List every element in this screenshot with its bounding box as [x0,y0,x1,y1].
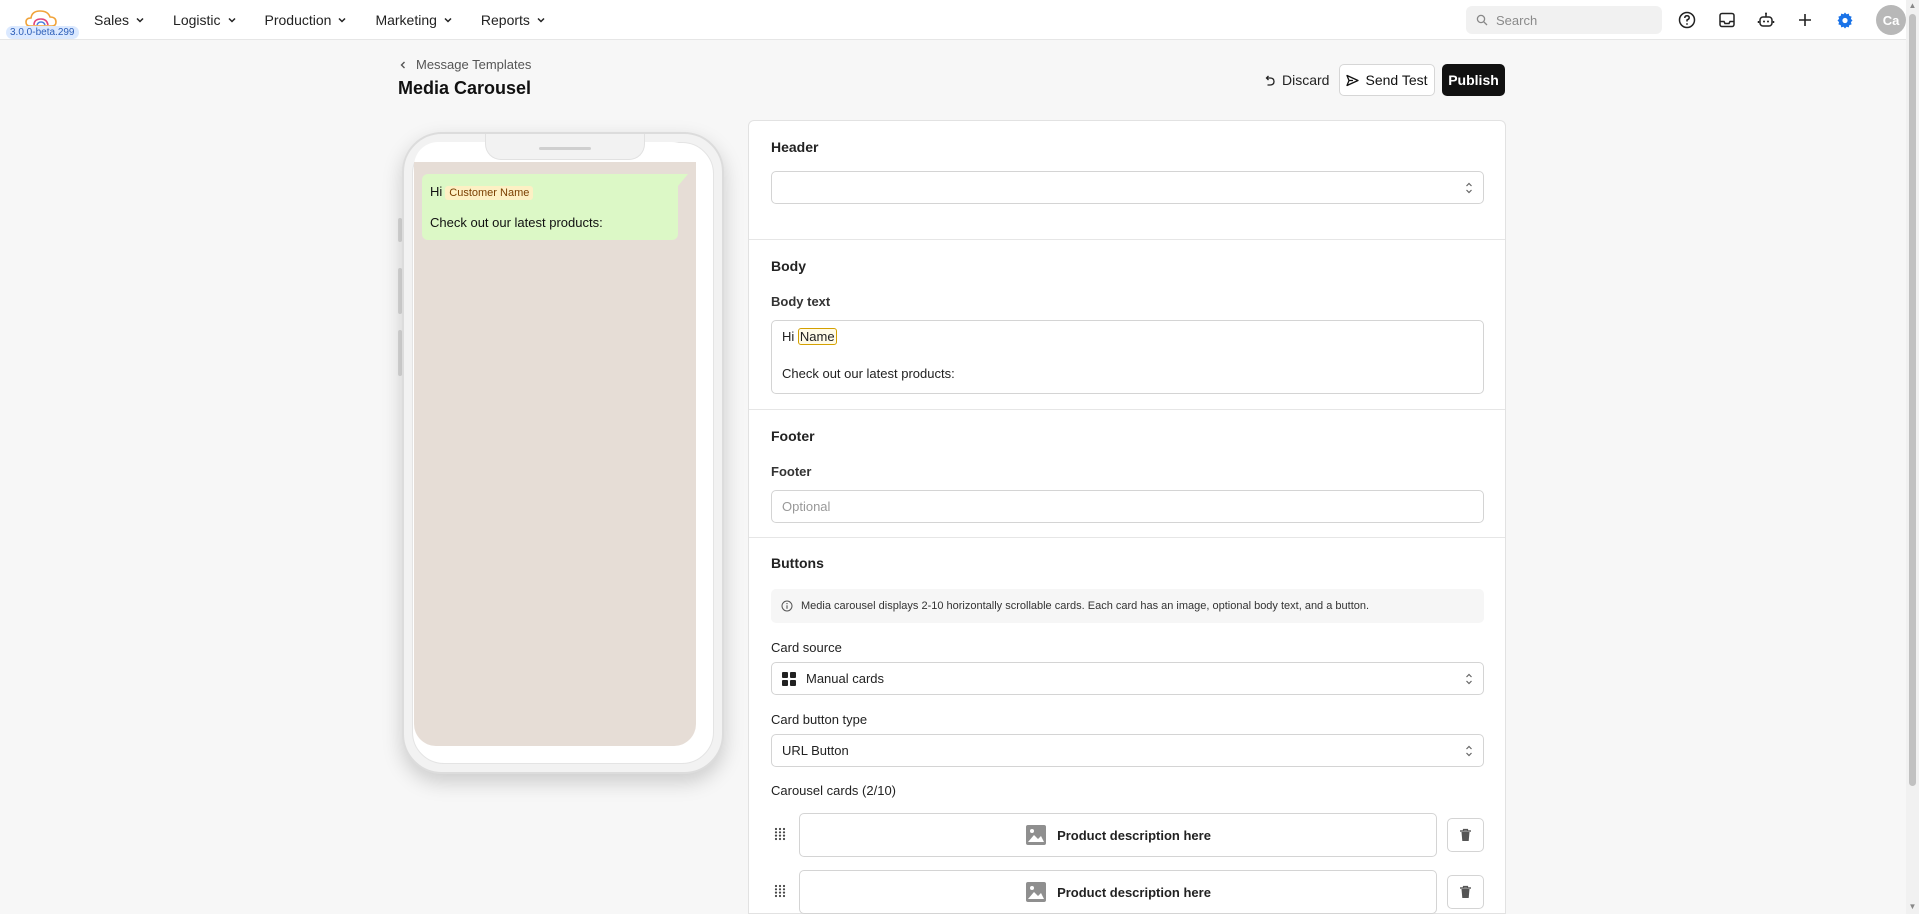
user-avatar[interactable]: Ca [1876,5,1906,35]
nav-production-label: Production [264,12,332,28]
nav-sales[interactable]: Sales [94,12,145,28]
body-text-line-2: Check out our latest products: [782,366,955,381]
carousel-card-description: Product description here [1057,827,1211,843]
bot-icon[interactable] [1755,9,1777,31]
page-scrollbar[interactable]: ▲ ▼ [1906,0,1919,914]
search-placeholder: Search [1496,12,1538,28]
section-divider [749,239,1505,240]
grid-icon [782,671,796,686]
card-button-type-select[interactable]: URL Button [771,734,1484,767]
section-title-body: Body [771,258,806,274]
carousel-card[interactable]: Product description here [799,870,1437,914]
template-form: Header Body Body text Hi Name Check out … [748,120,1506,914]
bubble-variable-chip: Customer Name [445,186,534,200]
scroll-thumb[interactable] [1909,14,1916,786]
body-variable-chip[interactable]: Name [797,328,837,345]
inbox-icon[interactable] [1716,9,1738,31]
breadcrumb[interactable]: Message Templates [398,57,531,72]
nav-logistic[interactable]: Logistic [173,12,236,28]
drag-handle-icon[interactable] [773,827,787,841]
carousel-cards-label: Carousel cards (2/10) [771,783,896,798]
card-button-type-value: URL Button [782,743,849,758]
section-title-header: Header [771,139,819,155]
settings-gear-icon[interactable] [1834,9,1856,31]
nav-production[interactable]: Production [265,12,348,28]
section-divider [749,409,1505,410]
undo-icon [1265,75,1275,86]
discard-button[interactable]: Discard [1258,64,1335,96]
chat-screen: Hi Customer Name Check out our latest pro… [414,162,696,746]
card-source-select[interactable]: Manual cards [771,662,1484,695]
carousel-card-row: Product description here [771,813,1484,857]
drag-handle-icon[interactable] [773,884,787,898]
updown-chevron-icon [1466,745,1472,757]
body-text-line-1: Hi Name [782,328,1473,345]
trash-icon [1460,828,1471,841]
chevron-down-icon [537,17,545,23]
carousel-card[interactable]: Product description here [799,813,1437,857]
bubble-line-2: Check out our latest products: [430,215,603,230]
message-bubble: Hi Customer Name Check out our latest pro… [422,174,678,240]
chevron-down-icon [338,17,346,23]
nav-sales-label: Sales [94,12,130,28]
plus-icon[interactable] [1794,9,1816,31]
nav-marketing[interactable]: Marketing [375,12,452,28]
trash-icon [1460,885,1471,898]
breadcrumb-link-message-templates[interactable]: Message Templates [416,57,531,72]
card-source-label: Card source [771,640,842,655]
section-title-footer: Footer [771,428,815,444]
phone-preview: Hi Customer Name Check out our latest pro… [402,132,724,774]
header-type-select[interactable] [771,171,1484,204]
body-text-greeting: Hi [782,329,795,344]
scroll-down-arrow-icon[interactable]: ▼ [1908,903,1917,911]
bubble-line-1: Hi Customer Name [430,184,670,200]
nav-marketing-label: Marketing [375,12,437,28]
info-icon [781,600,793,612]
footer-placeholder: Optional [782,499,831,514]
carousel-card-row: Product description here [771,870,1484,914]
top-navbar: 3.0.0-beta.299 Sales Logistic Production… [0,0,1906,40]
delete-card-button[interactable] [1447,818,1484,852]
updown-chevron-icon [1466,673,1472,685]
carousel-info-note: Media carousel displays 2-10 horizontall… [771,589,1484,623]
app-logo[interactable]: 3.0.0-beta.299 [6,6,79,39]
updown-chevron-icon [1466,182,1472,194]
search-icon [1476,14,1488,26]
image-placeholder-icon [1026,825,1047,845]
scroll-up-arrow-icon[interactable]: ▲ [1908,2,1917,10]
section-title-buttons: Buttons [771,555,824,571]
send-icon [1346,74,1360,86]
send-test-button[interactable]: Send Test [1339,64,1435,96]
card-button-type-label: Card button type [771,712,868,727]
body-text-label: Body text [771,294,831,309]
bubble-tail [678,174,688,186]
page-title: Media Carousel [398,78,532,98]
send-test-label: Send Test [1365,72,1428,88]
chevron-down-icon [444,17,452,23]
footer-input[interactable]: Optional [771,490,1484,523]
section-divider [749,537,1505,538]
bubble-greeting: Hi [430,184,443,199]
body-text-input[interactable]: Hi Name Check out our latest products: [771,320,1484,394]
card-source-value: Manual cards [806,671,885,686]
carousel-info-text: Media carousel displays 2-10 horizontall… [801,600,1370,612]
chevron-down-icon [227,17,236,23]
phone-speaker [539,147,591,150]
main-nav: Sales Logistic Production Marketing Repo… [94,0,574,40]
chevron-down-icon [136,17,144,23]
chevron-left-icon [400,61,405,68]
discard-label: Discard [1282,72,1330,88]
nav-logistic-label: Logistic [173,12,221,28]
nav-reports-label: Reports [480,12,530,28]
image-placeholder-icon [1026,882,1047,902]
nav-reports[interactable]: Reports [481,12,546,28]
help-icon[interactable] [1676,9,1698,31]
search-input[interactable]: Search [1466,6,1662,34]
publish-button[interactable]: Publish [1442,64,1505,96]
version-badge: 3.0.0-beta.299 [6,26,79,39]
delete-card-button[interactable] [1447,875,1484,909]
carousel-card-description: Product description here [1057,884,1211,900]
footer-label: Footer [771,464,812,479]
